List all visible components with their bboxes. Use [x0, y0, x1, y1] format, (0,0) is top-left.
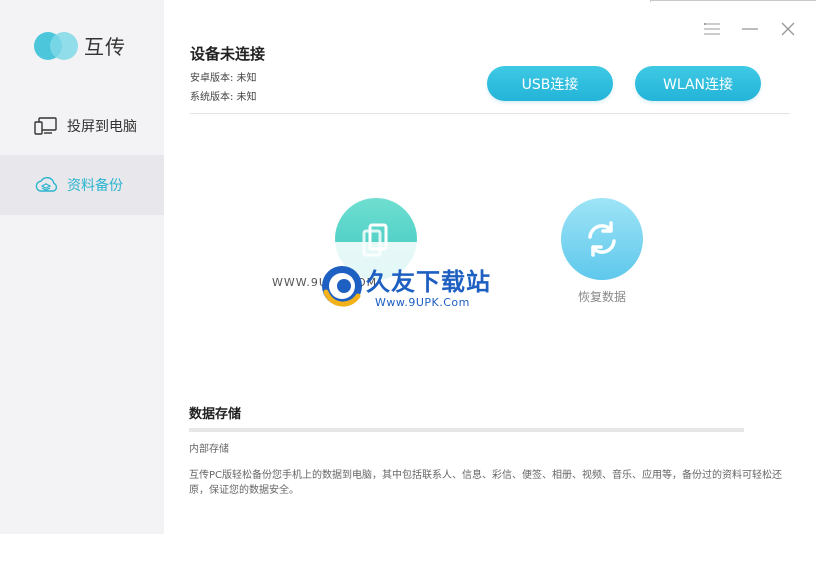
restore-data-button[interactable]: 恢复数据 [560, 198, 644, 305]
watermark-logo-icon [320, 264, 364, 308]
storage-title: 数据存储 [189, 407, 242, 422]
menu-icon[interactable] [703, 20, 721, 38]
backup-description: 互传PC版轻松备份您手机上的数据到电脑，其中包括联系人、信息、彩信、便签、相册、… [189, 470, 783, 496]
monitor-phone-icon [34, 115, 58, 137]
cloud-backup-icon [34, 174, 58, 196]
sidebar: 互传 投屏到电脑 资料备份 [0, 0, 164, 534]
minimize-icon[interactable] [741, 20, 759, 38]
system-version: 系统版本: 未知 [190, 92, 257, 103]
wlan-connect-button[interactable]: WLAN连接 [635, 66, 761, 101]
device-status-title: 设备未连接 [190, 45, 266, 63]
app-name: 互传 [84, 34, 126, 59]
app-window: 互传 投屏到电脑 资料备份 设备未连接 安卓版本: 未知 系统版本: 未知 US… [0, 0, 820, 534]
close-icon[interactable] [779, 20, 797, 38]
header-divider [190, 113, 790, 114]
sidebar-item-label: 投屏到电脑 [67, 119, 137, 135]
sidebar-item-data-backup[interactable]: 资料备份 [0, 155, 164, 215]
refresh-icon [561, 198, 643, 280]
watermark-subtitle: Www.9UPK.Com [375, 296, 470, 309]
restore-data-label: 恢复数据 [577, 290, 626, 304]
sidebar-item-screen-cast[interactable]: 投屏到电脑 [0, 96, 164, 156]
android-version: 安卓版本: 未知 [190, 73, 257, 84]
sidebar-item-label: 资料备份 [67, 178, 123, 194]
window-edge [650, 0, 816, 2]
watermark-title: 久友下载站 [366, 268, 491, 296]
usb-connect-button[interactable]: USB连接 [487, 66, 613, 101]
logo-icon [34, 30, 78, 60]
storage-progress-bar [189, 428, 744, 432]
storage-label: 内部存储 [189, 444, 229, 455]
app-logo: 互传 [34, 30, 126, 60]
window-bottom-margin [0, 534, 820, 574]
